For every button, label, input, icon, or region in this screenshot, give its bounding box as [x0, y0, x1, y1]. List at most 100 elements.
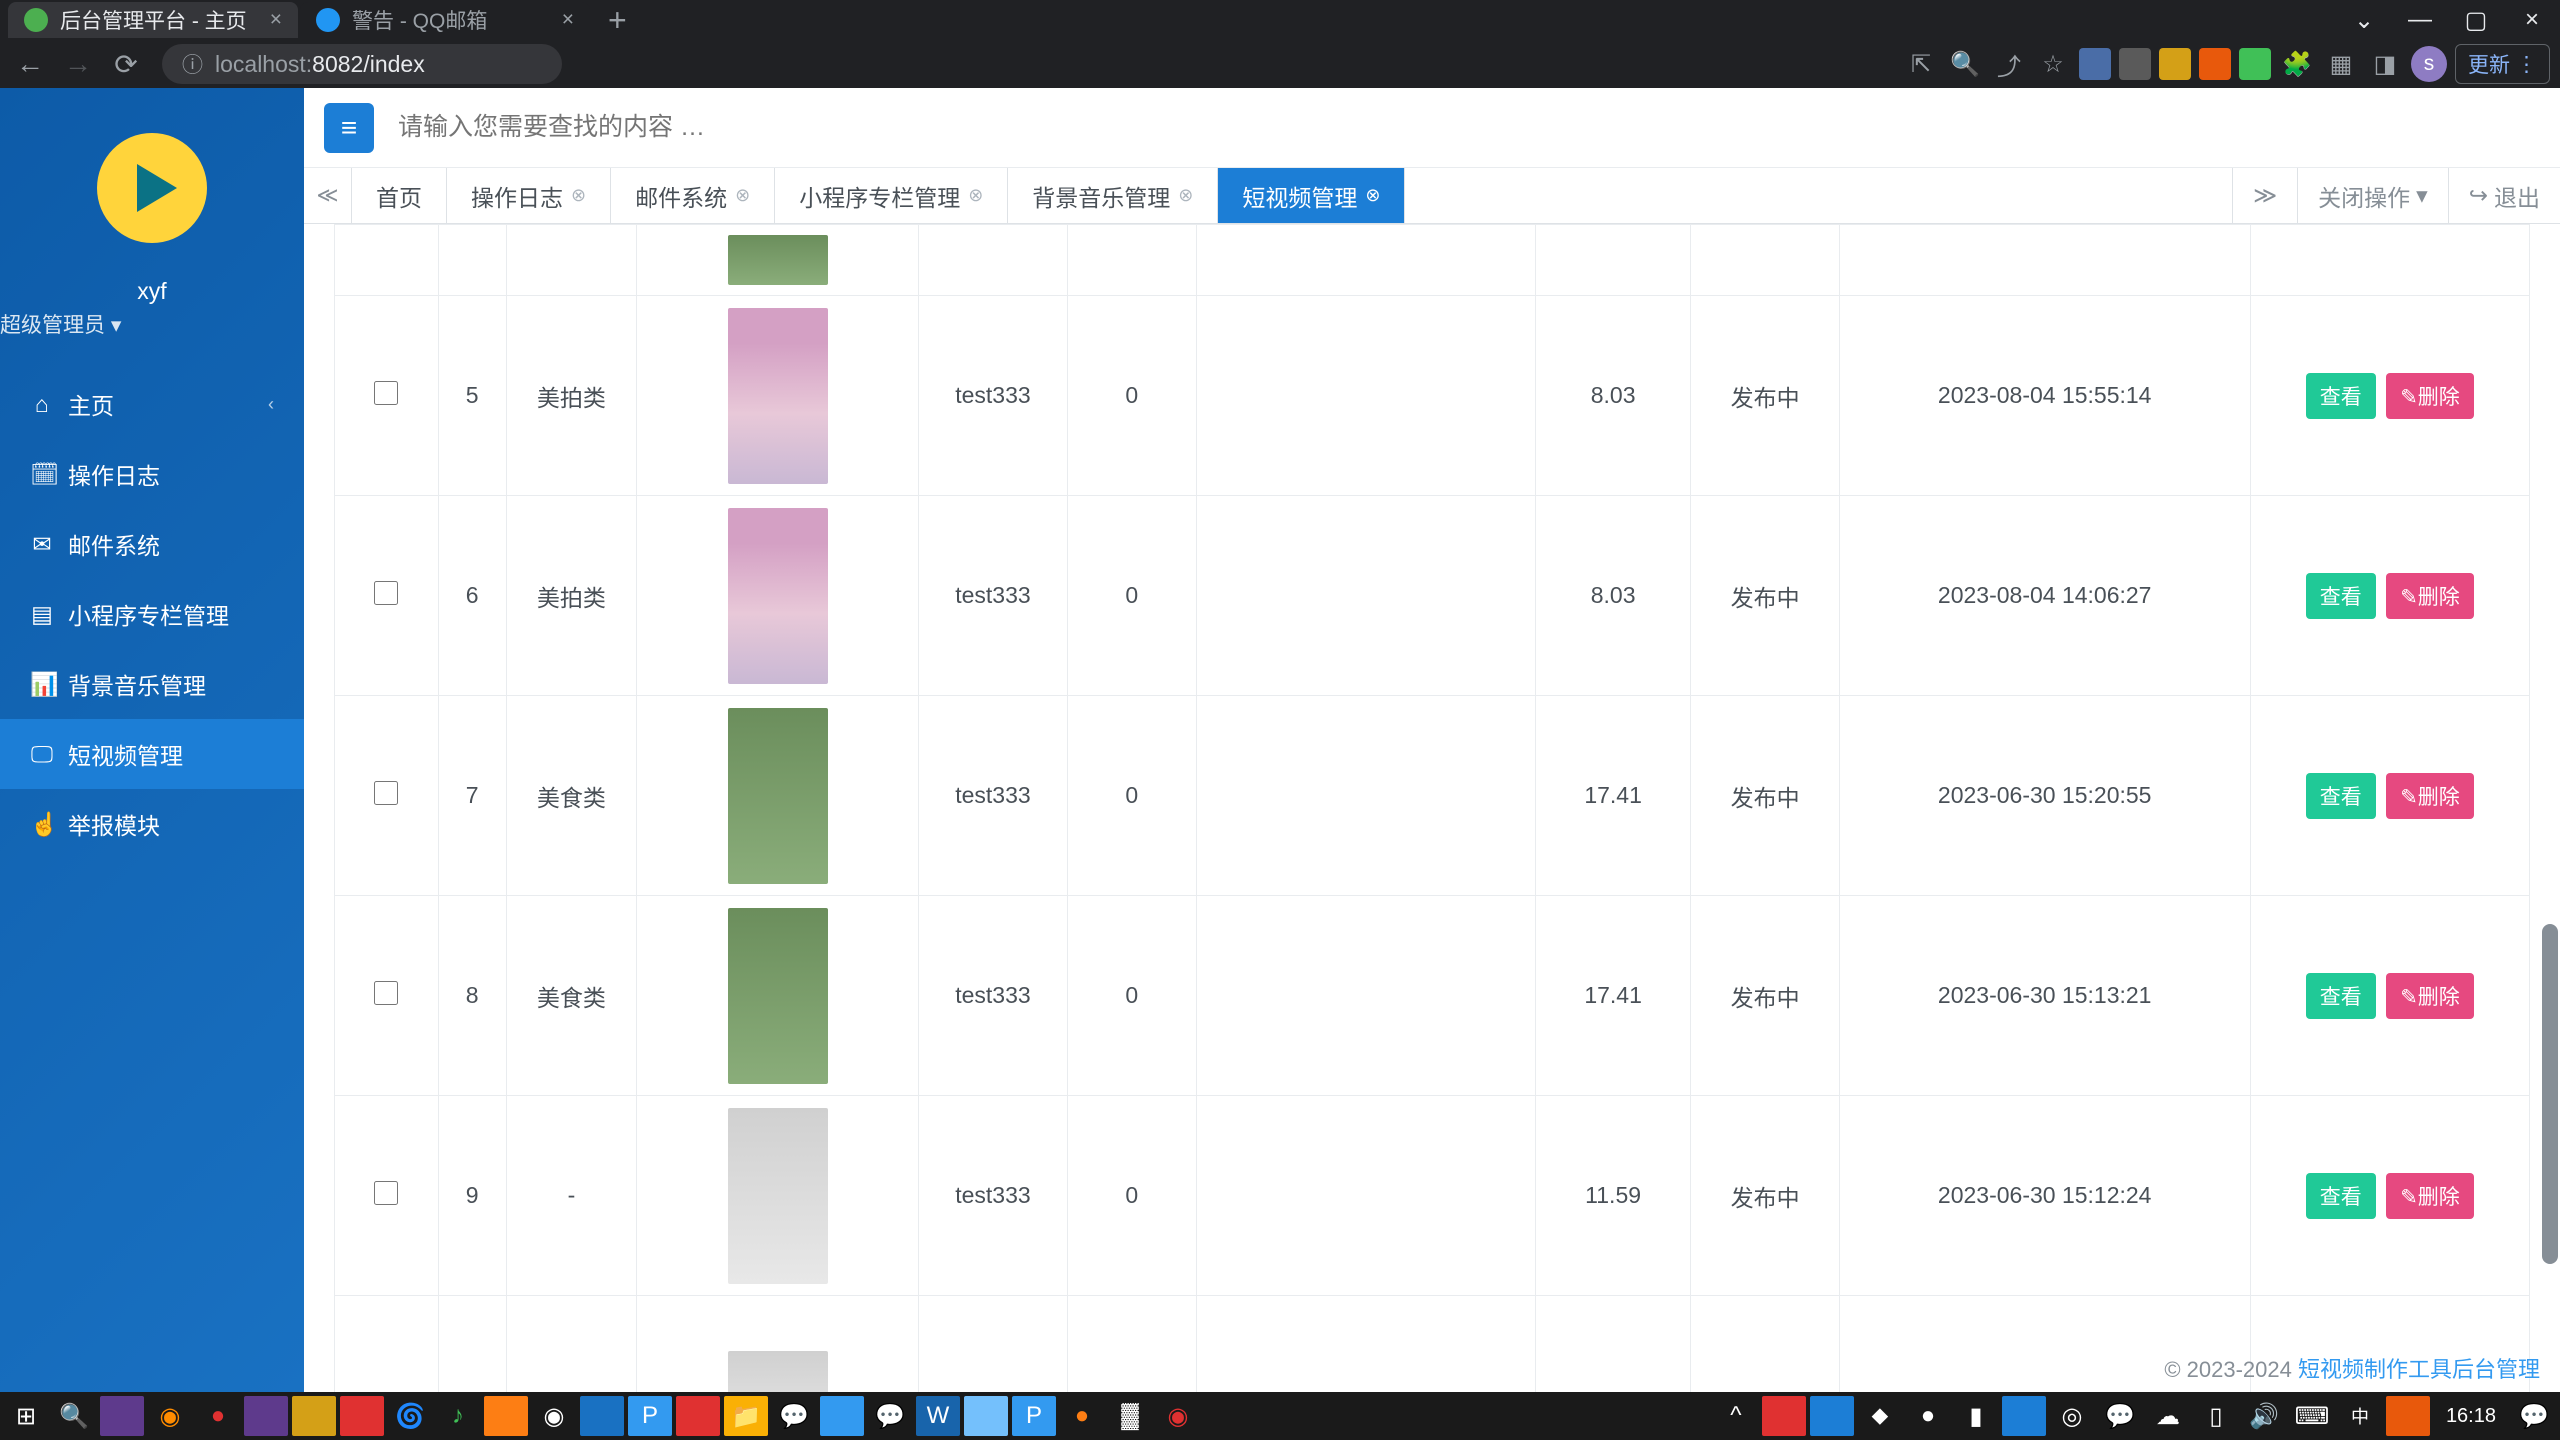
ext-icon-5[interactable] — [2239, 48, 2271, 80]
task-app-4[interactable] — [244, 1396, 288, 1436]
reload-button[interactable]: ⟳ — [106, 44, 146, 84]
task-app-9[interactable] — [484, 1396, 528, 1436]
back-button[interactable]: ← — [10, 44, 50, 84]
task-app-12[interactable] — [676, 1396, 720, 1436]
page-tab[interactable]: 首页 — [352, 168, 447, 223]
tray-8[interactable]: ▯ — [2194, 1396, 2238, 1436]
clock[interactable]: 16:18 — [2434, 1405, 2508, 1428]
search-input[interactable] — [398, 113, 2540, 142]
chrome-icon[interactable]: ◉ — [532, 1396, 576, 1436]
sidebar-item[interactable]: 🗓操作日志 — [0, 439, 304, 509]
page-tab[interactable]: 邮件系统⊗ — [611, 168, 775, 223]
ext-icon-4[interactable] — [2199, 48, 2231, 80]
row-checkbox[interactable] — [374, 781, 398, 805]
close-icon[interactable]: ⊗ — [571, 185, 586, 206]
chevron-down-icon[interactable]: ⌄ — [2336, 0, 2392, 40]
sidebar-item[interactable]: ☝举报模块 — [0, 789, 304, 859]
tray-1[interactable] — [1762, 1396, 1806, 1436]
view-button[interactable]: 查看 — [2306, 573, 2376, 619]
wechat-icon[interactable]: 💬 — [772, 1396, 816, 1436]
tray-cloud[interactable]: ☁ — [2146, 1396, 2190, 1436]
browser-tab-active[interactable]: 后台管理平台 - 主页 × — [8, 2, 298, 38]
apps-icon[interactable]: ▦ — [2323, 46, 2359, 82]
delete-button[interactable]: ✎删除 — [2386, 573, 2474, 619]
view-button[interactable]: 查看 — [2306, 373, 2376, 419]
task-app-19[interactable]: ▓ — [1108, 1396, 1152, 1436]
extensions-icon[interactable]: 🧩 — [2279, 46, 2315, 82]
zoom-icon[interactable]: 🔍 — [1947, 46, 1983, 82]
toggle-sidebar-button[interactable]: ≡ — [324, 103, 374, 153]
close-icon[interactable]: × — [270, 8, 282, 32]
update-button[interactable]: 更新⋮ — [2455, 44, 2550, 84]
view-button[interactable]: 查看 — [2306, 973, 2376, 1019]
task-app-16[interactable] — [964, 1396, 1008, 1436]
ext-icon-1[interactable] — [2079, 48, 2111, 80]
page-tab[interactable]: 背景音乐管理⊗ — [1008, 168, 1218, 223]
sidebar-item[interactable]: ▤小程序专栏管理 — [0, 579, 304, 649]
view-button[interactable]: 查看 — [2306, 773, 2376, 819]
row-checkbox[interactable] — [374, 581, 398, 605]
tray-4[interactable]: ● — [1906, 1396, 1950, 1436]
url-input[interactable]: ⓘ localhost:8082/index — [162, 44, 562, 84]
maximize-button[interactable]: ▢ — [2448, 0, 2504, 40]
task-app-14[interactable] — [820, 1396, 864, 1436]
delete-button[interactable]: ✎删除 — [2386, 373, 2474, 419]
page-tab[interactable]: 操作日志⊗ — [447, 168, 611, 223]
row-checkbox[interactable] — [374, 1181, 398, 1205]
close-icon[interactable]: ⊗ — [735, 185, 750, 206]
task-app-5[interactable] — [292, 1396, 336, 1436]
delete-button[interactable]: ✎删除 — [2386, 973, 2474, 1019]
ext-icon-2[interactable] — [2119, 48, 2151, 80]
close-window-button[interactable]: × — [2504, 0, 2560, 40]
task-app-10[interactable] — [580, 1396, 624, 1436]
volume-icon[interactable]: 🔊 — [2242, 1396, 2286, 1436]
tray-up-icon[interactable]: ^ — [1714, 1396, 1758, 1436]
tray-3[interactable]: ⬥ — [1858, 1396, 1902, 1436]
share-icon[interactable]: ⤴ — [1991, 46, 2027, 82]
forward-button[interactable]: → — [58, 44, 98, 84]
task-app-11[interactable]: P — [628, 1396, 672, 1436]
user-role[interactable]: 超级管理员 ▾ — [0, 309, 304, 339]
view-button[interactable]: 查看 — [2306, 1173, 2376, 1219]
star-icon[interactable]: ☆ — [2035, 46, 2071, 82]
exit-button[interactable]: ↪ 退出 — [2448, 168, 2560, 223]
ime-lang[interactable]: 中 — [2338, 1396, 2382, 1436]
tray-5[interactable]: ▮ — [1954, 1396, 1998, 1436]
tray-2[interactable] — [1810, 1396, 1854, 1436]
sidebar-item[interactable]: 📊背景音乐管理 — [0, 649, 304, 719]
side-panel-icon[interactable]: ◨ — [2367, 46, 2403, 82]
close-icon[interactable]: ⊗ — [1365, 185, 1380, 206]
notifications-icon[interactable]: 💬 — [2512, 1396, 2556, 1436]
row-checkbox[interactable] — [374, 981, 398, 1005]
task-app-2[interactable]: ◉ — [148, 1396, 192, 1436]
start-button[interactable]: ⊞ — [4, 1396, 48, 1436]
task-app-6[interactable] — [340, 1396, 384, 1436]
task-app-15[interactable]: 💬 — [868, 1396, 912, 1436]
new-tab-button[interactable]: + — [592, 2, 643, 39]
tray-6[interactable] — [2002, 1396, 2046, 1436]
close-icon[interactable]: × — [562, 8, 574, 32]
row-checkbox[interactable] — [374, 381, 398, 405]
profile-avatar[interactable]: s — [2411, 46, 2447, 82]
tray-7[interactable]: ◎ — [2050, 1396, 2094, 1436]
footer-link[interactable]: 短视频制作工具后台管理 — [2298, 1357, 2540, 1382]
delete-button[interactable]: ✎删除 — [2386, 1173, 2474, 1219]
tray-9[interactable] — [2386, 1396, 2430, 1436]
ime-icon[interactable]: ⌨ — [2290, 1396, 2334, 1436]
task-app-7[interactable]: 🌀 — [388, 1396, 432, 1436]
open-external-icon[interactable]: ⇱ — [1903, 46, 1939, 82]
sidebar-item[interactable]: ✉邮件系统 — [0, 509, 304, 579]
task-app-13[interactable]: 📁 — [724, 1396, 768, 1436]
task-app-1[interactable] — [100, 1396, 144, 1436]
page-tab[interactable]: 短视频管理⊗ — [1218, 168, 1405, 223]
close-icon[interactable]: ⊗ — [968, 185, 983, 206]
close-icon[interactable]: ⊗ — [1178, 185, 1193, 206]
minimize-button[interactable]: — — [2392, 0, 2448, 40]
task-app-18[interactable]: ● — [1060, 1396, 1104, 1436]
task-app-17[interactable]: P — [1012, 1396, 1056, 1436]
task-app-20[interactable]: ◉ — [1156, 1396, 1200, 1436]
search-icon[interactable]: 🔍 — [52, 1396, 96, 1436]
task-app-3[interactable]: ● — [196, 1396, 240, 1436]
close-operations-dropdown[interactable]: 关闭操作▾ — [2297, 168, 2448, 223]
delete-button[interactable]: ✎删除 — [2386, 773, 2474, 819]
